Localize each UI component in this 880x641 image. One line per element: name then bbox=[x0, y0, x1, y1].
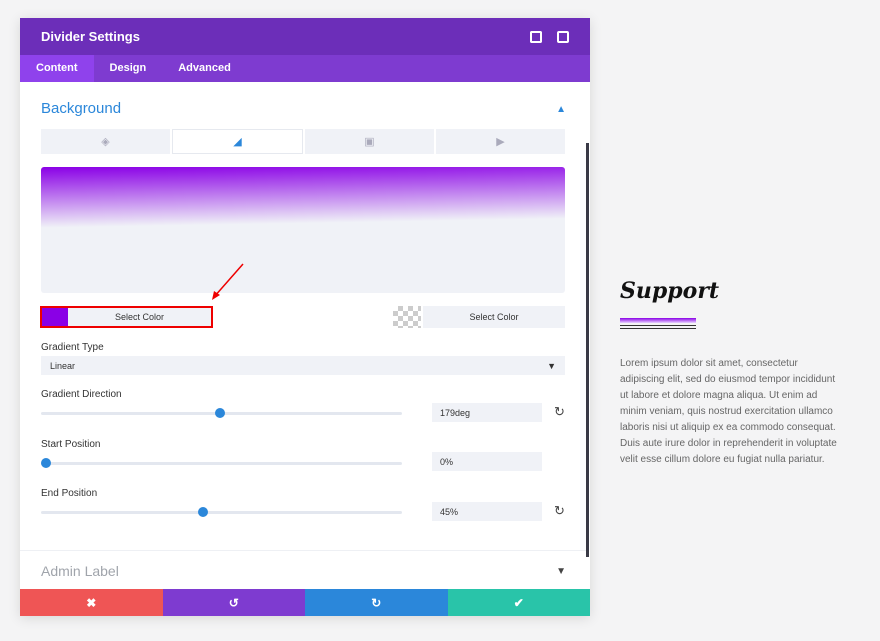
video-icon[interactable]: ▶ bbox=[436, 129, 565, 154]
select-color-label: Select Color bbox=[469, 312, 519, 322]
panel-footer: ✖ ↺ ↻ ✔ bbox=[20, 589, 590, 616]
start-position-slider[interactable] bbox=[41, 458, 402, 468]
gradient-direction-input[interactable]: 179deg bbox=[432, 403, 542, 422]
fullscreen-icon[interactable] bbox=[530, 30, 542, 43]
color-picker-start[interactable]: Select Color bbox=[40, 306, 213, 328]
tab-design[interactable]: Design bbox=[94, 55, 163, 82]
select-color-label: Select Color bbox=[114, 312, 165, 322]
tab-content[interactable]: Content bbox=[20, 55, 94, 82]
preview-divider bbox=[620, 318, 696, 330]
red-arrow-annotation bbox=[212, 263, 244, 300]
slider-handle[interactable] bbox=[198, 507, 209, 517]
save-button[interactable]: ✔ bbox=[447, 589, 590, 616]
tab-bar: Content Design Advanced bbox=[20, 55, 590, 82]
preview-heading: Support bbox=[620, 278, 720, 304]
background-section-title[interactable]: Background bbox=[41, 100, 121, 117]
gradient-direction-label: Gradient Direction bbox=[41, 389, 122, 400]
panel-header: Divider Settings bbox=[20, 18, 590, 55]
gradient-type-label: Gradient Type bbox=[41, 342, 104, 353]
gradient-icon[interactable]: ◢ bbox=[172, 129, 303, 154]
slider-handle[interactable] bbox=[41, 458, 52, 468]
preview-body-text: Lorem ipsum dolor sit amet, consectetur … bbox=[620, 358, 837, 465]
gradient-preview bbox=[41, 167, 565, 293]
divider bbox=[20, 550, 586, 551]
gradient-type-select[interactable]: Linear ▼ bbox=[41, 356, 565, 375]
scrollbar[interactable] bbox=[586, 143, 589, 557]
cancel-button[interactable]: ✖ bbox=[20, 589, 163, 616]
tab-advanced[interactable]: Advanced bbox=[162, 55, 247, 82]
gradient-type-value: Linear bbox=[50, 360, 76, 371]
redo-button[interactable]: ↻ bbox=[305, 589, 448, 616]
end-position-slider[interactable] bbox=[41, 507, 402, 517]
settings-panel: Divider Settings Content Design Advanced… bbox=[20, 18, 590, 616]
transparent-swatch[interactable] bbox=[393, 306, 421, 328]
gradient-direction-slider[interactable] bbox=[41, 408, 402, 418]
end-position-label: End Position bbox=[41, 488, 98, 499]
sidebar-toggle-icon[interactable] bbox=[557, 30, 569, 43]
background-type-tabs: ◈ ◢ ▣ ▶ bbox=[41, 129, 565, 154]
panel-title: Divider Settings bbox=[41, 29, 140, 44]
color-picker-end[interactable]: Select Color bbox=[423, 306, 565, 328]
slider-handle[interactable] bbox=[215, 408, 226, 418]
reset-icon[interactable]: ↻ bbox=[554, 404, 565, 420]
image-icon[interactable]: ▣ bbox=[305, 129, 434, 154]
chevron-down-icon[interactable]: ▼ bbox=[556, 566, 566, 577]
admin-label-section-title[interactable]: Admin Label bbox=[41, 563, 119, 579]
color-fill-icon[interactable]: ◈ bbox=[41, 129, 170, 154]
end-position-input[interactable]: 45% bbox=[432, 502, 542, 521]
dropdown-arrow-icon: ▼ bbox=[547, 360, 556, 371]
reset-icon[interactable]: ↻ bbox=[554, 503, 565, 519]
start-position-input[interactable]: 0% bbox=[432, 452, 542, 471]
start-position-label: Start Position bbox=[41, 439, 101, 450]
undo-button[interactable]: ↺ bbox=[162, 589, 305, 616]
color-swatch bbox=[42, 308, 68, 326]
chevron-up-icon[interactable]: ▲ bbox=[556, 104, 566, 115]
